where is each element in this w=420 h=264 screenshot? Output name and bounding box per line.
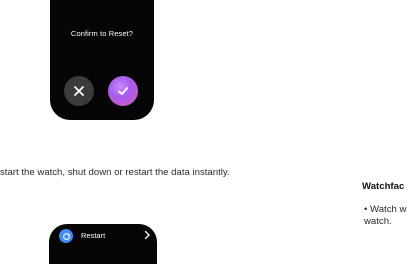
watch-screen-confirm-reset: Confirm to Reset? (50, 0, 154, 120)
confirm-button[interactable] (108, 76, 138, 106)
watchface-bullet: • Watch w watch. (364, 204, 407, 227)
close-icon (74, 86, 84, 96)
watch-screen-restart-menu: Restart (49, 224, 157, 264)
restart-menu-item[interactable]: Restart (81, 231, 105, 240)
restart-icon (59, 229, 73, 243)
cancel-button[interactable] (64, 76, 94, 106)
restart-description: start the watch, shut down or restart th… (0, 167, 230, 178)
confirm-reset-title: Confirm to Reset? (70, 29, 134, 38)
chevron-right-icon (144, 230, 150, 240)
watchface-heading: Watchfac (362, 181, 405, 192)
check-icon (118, 87, 129, 95)
